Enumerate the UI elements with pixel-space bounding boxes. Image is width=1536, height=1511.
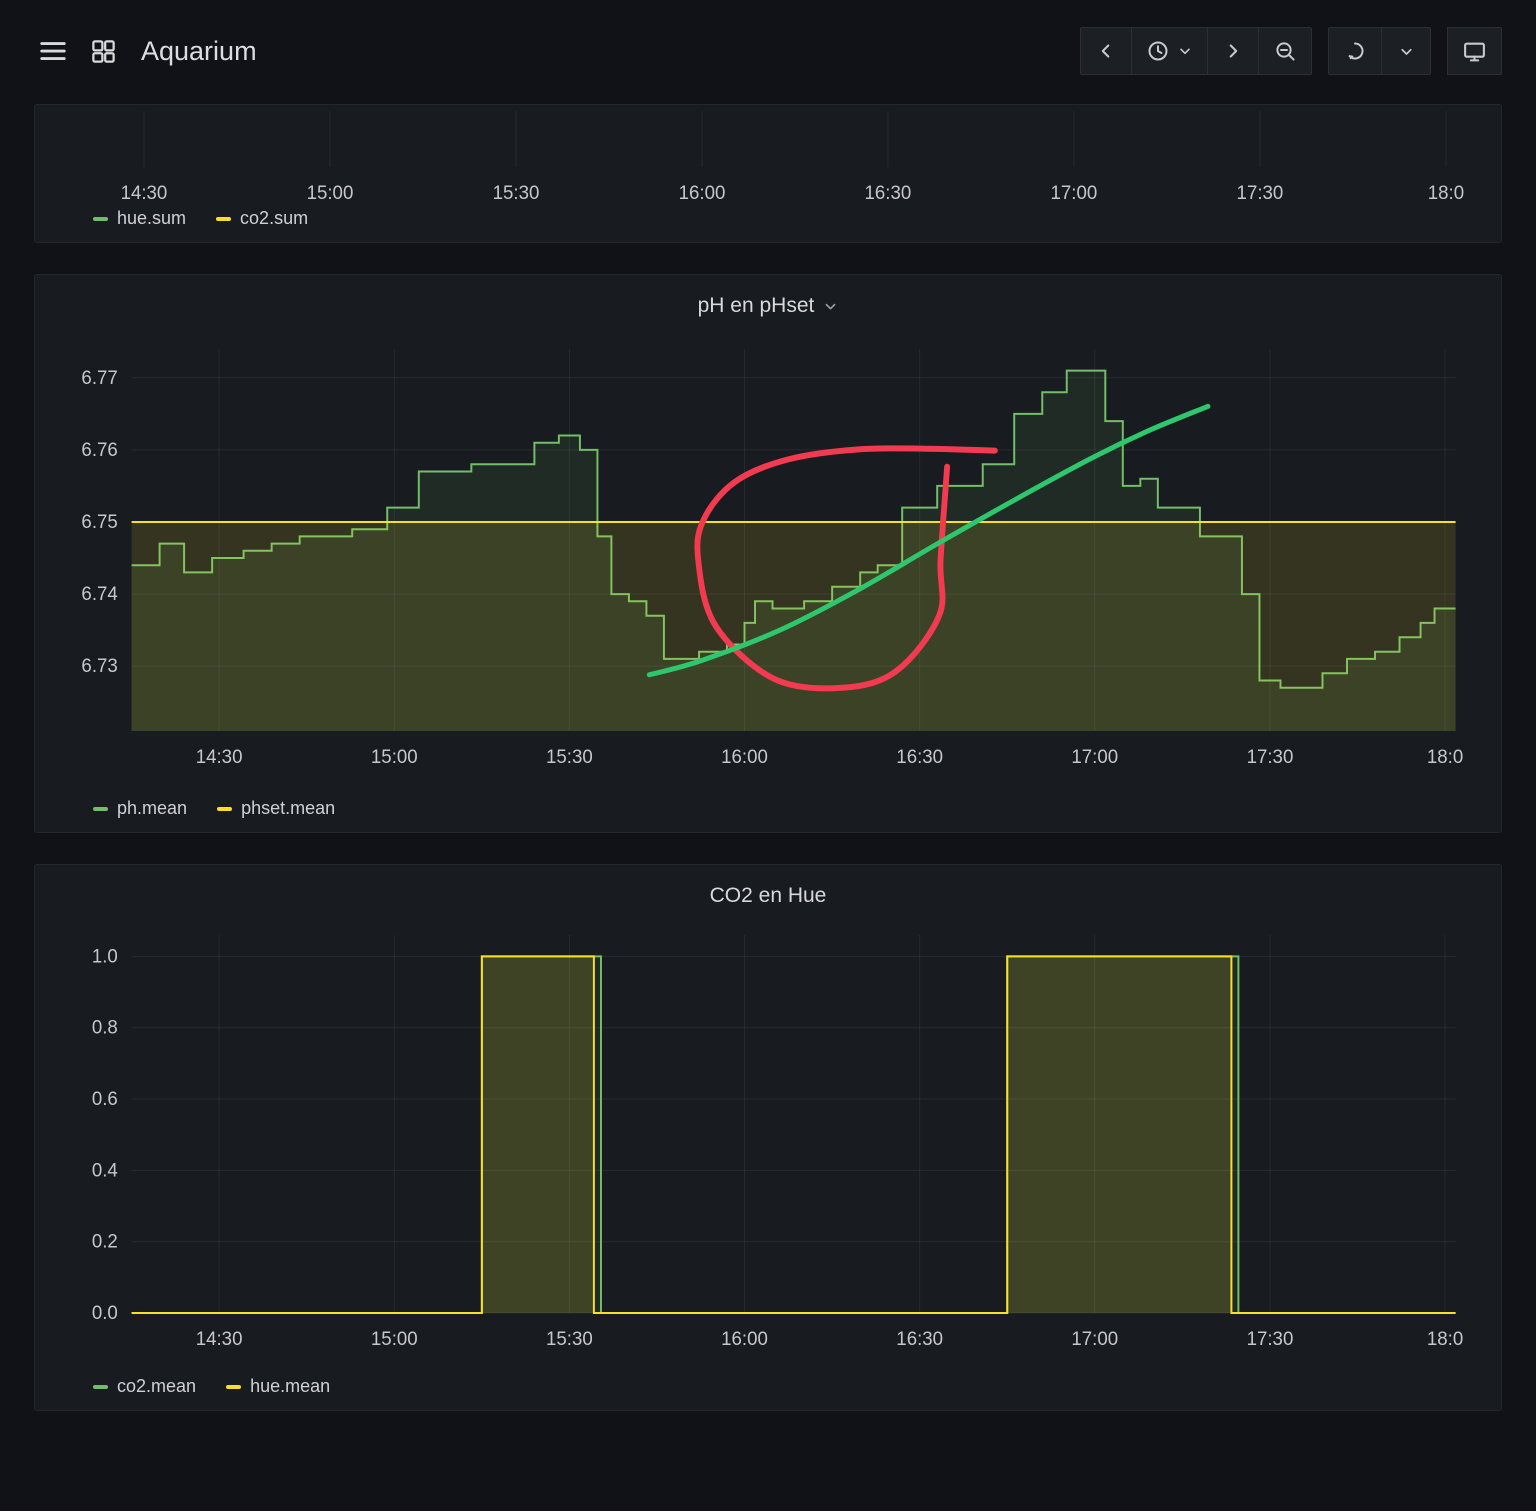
refresh-icon [1343,39,1367,63]
clock-icon [1146,39,1170,63]
hue-co2-sum-chart[interactable]: 14:30 15:00 15:30 16:00 16:30 17:00 17:30 18:0 [45,111,1491,203]
co2-chart[interactable]: 14:30 15:00 15:30 16:00 16:30 17:00 17:30 18:0 0… [45,921,1491,1371]
panel-hue-co2-sum-cropped: 14:3015:0015:3016:0016:3017:0017:3018:0 … [34,104,1502,243]
legend-swatch [216,217,231,221]
svg-text:16:00: 16:00 [721,746,768,767]
menu-icon[interactable] [34,32,72,70]
svg-text:14:30: 14:30 [196,746,243,767]
svg-text:15:00: 15:00 [371,1328,418,1349]
svg-text:6.73: 6.73 [81,655,117,676]
svg-text:16:30: 16:30 [896,1328,943,1349]
svg-text:1.0: 1.0 [92,945,118,966]
ph-legend: ph.mean phset.mean [93,798,1491,819]
svg-text:18:0: 18:0 [1427,746,1463,767]
svg-text:17:30: 17:30 [1237,182,1284,203]
monitor-icon [1462,39,1487,64]
panel-co2: CO2 en Hue 14:30 15:00 15:30 16:00 16:30 17:0… [34,864,1502,1411]
svg-text:16:30: 16:30 [865,182,912,203]
series-fill-hue.mean [132,956,1456,1313]
svg-text:0.6: 0.6 [92,1088,118,1109]
chevron-left-icon [1095,40,1117,62]
co2-legend: co2.mean hue.mean [93,1376,1491,1397]
panel-title-text: pH en pHset [698,294,815,318]
panel-title-co2[interactable]: CO2 en Hue [45,871,1491,921]
svg-text:0.0: 0.0 [92,1302,118,1323]
svg-text:17:30: 17:30 [1247,1328,1294,1349]
legend-item-hue.mean[interactable]: hue.mean [226,1376,330,1397]
refresh-interval-button[interactable] [1381,27,1431,75]
panel-title-text: CO2 en Hue [710,884,827,908]
legend-swatch [93,807,108,811]
chevron-down-icon [1398,43,1415,60]
svg-text:6.77: 6.77 [81,367,117,388]
svg-text:16:30: 16:30 [896,746,943,767]
legend-swatch [226,1385,241,1389]
dashboard-title: Aquarium [141,36,257,67]
hue-co2-sum-legend: hue.sum co2.sum [93,208,1491,229]
svg-text:16:00: 16:00 [721,1328,768,1349]
toolbar [1080,27,1502,75]
legend-item-phset.mean[interactable]: phset.mean [217,798,335,819]
legend-label: hue.mean [250,1376,330,1397]
series-fill-co2.mean [132,956,1456,1313]
dashboard-body: 14:3015:0015:3016:0016:3017:0017:3018:0 … [0,102,1536,1411]
svg-text:18:0: 18:0 [1427,1328,1463,1349]
legend-swatch [93,217,108,221]
legend-item-co2.mean[interactable]: co2.mean [93,1376,196,1397]
svg-text:6.75: 6.75 [81,511,117,532]
legend-label: co2.mean [117,1376,196,1397]
time-range-forward-button[interactable] [1207,27,1259,75]
svg-text:0.4: 0.4 [92,1159,118,1180]
svg-text:17:00: 17:00 [1071,1328,1118,1349]
svg-text:0.2: 0.2 [92,1231,118,1252]
legend-label: hue.sum [117,208,186,229]
svg-text:17:00: 17:00 [1051,182,1098,203]
chevron-down-icon [1177,43,1193,59]
time-picker-button[interactable] [1131,27,1208,75]
panel-title-ph[interactable]: pH en pHset [45,281,1491,331]
view-mode-controls [1447,27,1502,75]
dashboards-grid-icon[interactable] [86,34,121,69]
svg-text:17:00: 17:00 [1071,746,1118,767]
refresh-controls [1328,27,1431,75]
time-range-back-button[interactable] [1080,27,1132,75]
zoom-out-button[interactable] [1258,27,1312,75]
series-line-hue.mean [132,956,1456,1313]
refresh-button[interactable] [1328,27,1382,75]
time-range-controls [1080,27,1312,75]
legend-item-ph.mean[interactable]: ph.mean [93,798,187,819]
legend-label: phset.mean [241,798,335,819]
legend-item-hue.sum[interactable]: hue.sum [93,208,186,229]
svg-text:15:30: 15:30 [546,746,593,767]
chevron-down-icon [823,299,838,314]
svg-text:16:00: 16:00 [679,182,726,203]
svg-text:6.76: 6.76 [81,439,117,460]
svg-text:15:00: 15:00 [307,182,354,203]
header: Aquarium [0,0,1536,102]
series-line-co2.mean [132,956,1456,1313]
legend-label: ph.mean [117,798,187,819]
svg-text:15:00: 15:00 [371,746,418,767]
svg-text:17:30: 17:30 [1247,746,1294,767]
series-fill-phset.mean [132,522,1456,731]
ph-chart[interactable]: 14:30 15:00 15:30 16:00 16:30 17:00 17:30 18:0 6… [45,331,1491,793]
legend-swatch [93,1385,108,1389]
legend-item-co2.sum[interactable]: co2.sum [216,208,308,229]
svg-text:15:30: 15:30 [493,182,540,203]
legend-swatch [217,807,232,811]
svg-text:0.8: 0.8 [92,1017,118,1038]
chevron-right-icon [1222,40,1244,62]
kiosk-mode-button[interactable] [1447,27,1502,75]
svg-text:14:30: 14:30 [196,1328,243,1349]
zoom-out-icon [1273,39,1297,63]
panel-ph: pH en pHset 14:30 15:00 15:30 16:00 16:30 17:… [34,274,1502,833]
svg-text:15:30: 15:30 [546,1328,593,1349]
svg-text:18:0: 18:0 [1428,182,1464,203]
svg-text:14:30: 14:30 [121,182,168,203]
legend-label: co2.sum [240,208,308,229]
svg-text:6.74: 6.74 [81,583,117,604]
